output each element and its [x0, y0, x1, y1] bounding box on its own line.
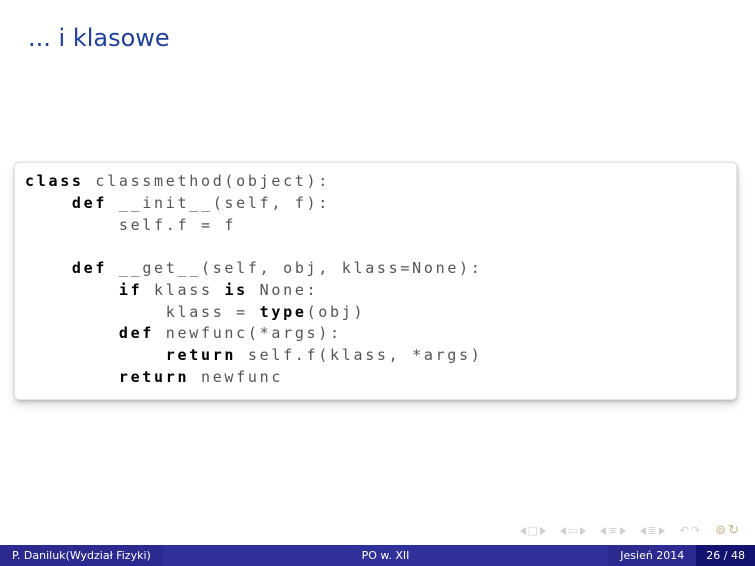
kw-is: is: [224, 281, 247, 299]
beamer-nav: □ ▭ ≡ ≣ ↶ ↷ ⊚ ↻: [520, 523, 740, 538]
code-text: __get__(self, obj, klass=None):: [107, 259, 482, 277]
nav-next-sub-icon: [580, 527, 586, 535]
nav-next-sec-icon: [620, 527, 626, 535]
kw-def: def: [25, 324, 154, 342]
nav-back-forward[interactable]: ↶ ↷: [679, 525, 701, 536]
nav-doc[interactable]: ≣: [640, 525, 665, 536]
slide-title: ... i klasowe: [28, 24, 170, 52]
code-text: self.f = f: [25, 216, 236, 234]
kw-def: def: [25, 194, 107, 212]
frame-icon: □: [527, 525, 539, 536]
code-text: (obj): [307, 303, 366, 321]
code-text: classmethod(object):: [84, 172, 330, 190]
reload-icon: ⊚: [715, 523, 726, 538]
nav-next-frame-icon: [540, 527, 546, 535]
kw-if: if: [25, 281, 142, 299]
forward-icon: ↷: [690, 525, 701, 536]
reload-arrow-icon: ↻: [728, 523, 739, 538]
subsection-icon: ▭: [567, 525, 579, 536]
nav-doc-start-icon: [640, 527, 646, 535]
code-text: klass: [142, 281, 224, 299]
code-text: __init__(self, f):: [107, 194, 330, 212]
nav-prev-sub-icon: [560, 527, 566, 535]
nav-doc-end-icon: [659, 527, 665, 535]
kw-type: type: [260, 303, 307, 321]
nav-subsection[interactable]: ▭: [560, 525, 586, 536]
footer-author: P. Daniluk(Wydział Fizyki): [0, 545, 163, 566]
section-icon: ≡: [607, 525, 618, 536]
kw-return: return: [25, 346, 236, 364]
code-text: klass =: [25, 303, 260, 321]
code-content: class classmethod(object): def __init__(…: [25, 171, 726, 389]
footer-date: Jesień 2014: [608, 545, 696, 566]
code-text: self.f(klass, *args): [236, 346, 482, 364]
code-text: newfunc: [189, 368, 283, 386]
nav-search[interactable]: ⊚ ↻: [715, 523, 739, 538]
footer-bar: P. Daniluk(Wydział Fizyki) PO w. XII Jes…: [0, 545, 755, 566]
nav-prev-frame-icon: [520, 527, 526, 535]
footer-page: 26 / 48: [696, 545, 755, 566]
doc-icon: ≣: [647, 525, 658, 536]
nav-prev-sec-icon: [600, 527, 606, 535]
kw-def: def: [25, 259, 107, 277]
nav-frame[interactable]: □: [520, 525, 546, 536]
kw-return: return: [25, 368, 189, 386]
code-text: None:: [248, 281, 318, 299]
footer-title: PO w. XII: [163, 545, 608, 566]
nav-section[interactable]: ≡: [600, 525, 625, 536]
code-block: class classmethod(object): def __init__(…: [14, 162, 737, 400]
code-text: newfunc(*args):: [154, 324, 342, 342]
back-icon: ↶: [679, 525, 690, 536]
kw-class: class: [25, 172, 84, 190]
